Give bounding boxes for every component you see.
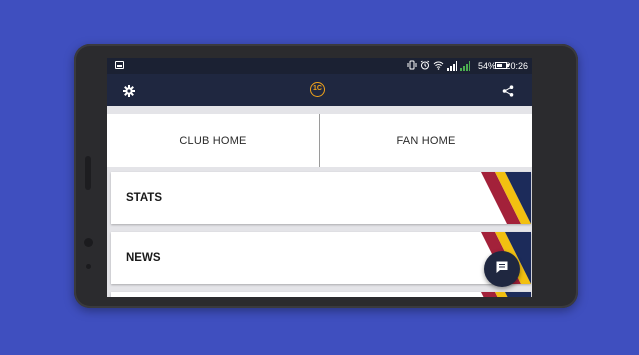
- signal-icon-2: [460, 61, 470, 71]
- stats-card[interactable]: STATS: [111, 172, 531, 224]
- app-bar: 1C: [107, 74, 532, 106]
- app-screen: 54% 20:26 1C CLUB HOME FAN HOME STATS NE…: [107, 58, 532, 297]
- alarm-icon: [420, 60, 430, 72]
- phone-side-button: [85, 156, 91, 190]
- battery-percent: 54%: [477, 61, 496, 71]
- vibrate-icon: [407, 60, 417, 72]
- phone-camera: [84, 238, 93, 247]
- home-buttons: CLUB HOME FAN HOME: [107, 114, 532, 167]
- club-logo: 1C: [310, 82, 325, 97]
- signal-icon: [447, 61, 457, 71]
- share-icon[interactable]: [502, 84, 514, 97]
- club-stripes: [481, 172, 531, 224]
- gear-icon[interactable]: [123, 84, 135, 97]
- partial-card[interactable]: [111, 292, 531, 297]
- image-icon: [115, 61, 124, 69]
- status-bar: 54% 20:26: [107, 58, 532, 74]
- clock: 20:26: [505, 61, 528, 71]
- card-label: STATS: [126, 192, 162, 204]
- club-stripes: [481, 292, 531, 297]
- club-home-button[interactable]: CLUB HOME: [107, 114, 319, 167]
- news-card[interactable]: NEWS: [111, 232, 531, 284]
- chat-button[interactable]: [484, 251, 520, 287]
- chat-icon: [495, 260, 509, 279]
- wifi-icon: [433, 60, 444, 72]
- fan-home-button[interactable]: FAN HOME: [320, 114, 532, 167]
- phone-sensor: [86, 264, 91, 269]
- card-label: NEWS: [126, 252, 161, 264]
